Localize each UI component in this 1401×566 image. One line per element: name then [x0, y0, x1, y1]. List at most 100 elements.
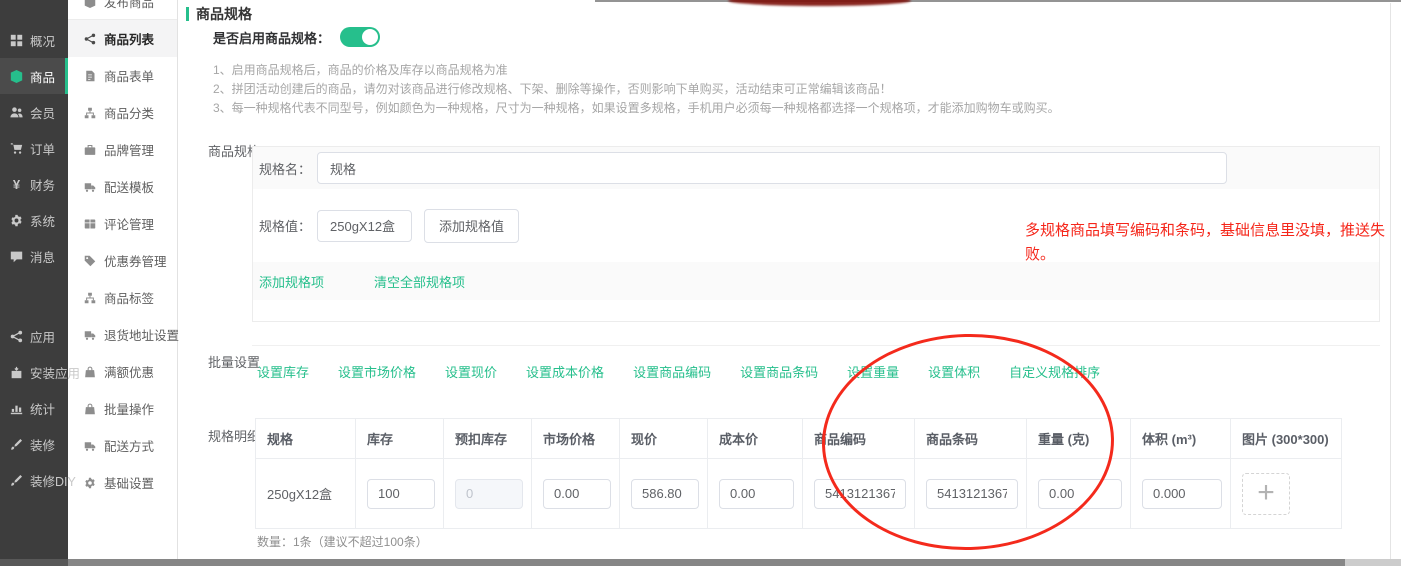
batch-section-divider	[252, 345, 1380, 346]
submenu-item-product-list[interactable]: 商品列表	[68, 20, 177, 57]
sidebar-item-finance[interactable]: ¥财务	[0, 166, 68, 202]
sidebar-item-messages[interactable]: 消息	[0, 238, 68, 274]
column-header-reserved-stock: 预扣库存	[444, 419, 532, 458]
batch-setting-link[interactable]: 设置库存	[257, 362, 309, 381]
truck-icon	[83, 439, 97, 453]
sidebar-item-system[interactable]: 系统	[0, 202, 68, 238]
submenu-item-brand-management[interactable]: 品牌管理	[68, 131, 177, 168]
stock-input[interactable]	[367, 479, 435, 509]
sidebar-group-gap	[0, 274, 68, 318]
item-label: 商品表单	[104, 66, 154, 85]
messages-icon	[9, 249, 24, 264]
submenu-item-shipping-template[interactable]: 配送模板	[68, 168, 177, 205]
volume-input[interactable]	[1142, 479, 1222, 509]
secondary-sidebar: 发布商品商品列表商品表单商品分类品牌管理配送模板评论管理优惠券管理商品标签退货地…	[68, 0, 178, 559]
batch-setting-link[interactable]: 设置重量	[847, 362, 899, 381]
members-icon	[9, 105, 24, 120]
column-header-spec: 规格	[256, 419, 356, 458]
finance-icon: ¥	[9, 177, 24, 192]
submenu-item-return-address[interactable]: 退货地址设置	[68, 316, 177, 353]
column-header-cost-price: 成本价	[708, 419, 803, 458]
cell-reserved-stock	[444, 459, 532, 528]
current-price-input[interactable]	[631, 479, 699, 509]
submenu-item-coupon-management[interactable]: 优惠券管理	[68, 242, 177, 279]
submenu-item-full-discount[interactable]: 满额优惠	[68, 353, 177, 390]
cell-volume	[1131, 459, 1231, 528]
add-spec-value-button[interactable]: 添加规格值	[424, 209, 519, 243]
submenu-item-product-category[interactable]: 商品分类	[68, 94, 177, 131]
header-accent-bar	[186, 7, 189, 21]
settings-icon	[83, 476, 97, 490]
enable-spec-label: 是否启用商品规格：	[213, 28, 330, 47]
spec-value-input[interactable]	[317, 210, 412, 242]
page-header: 商品规格	[186, 4, 252, 24]
sidebar-item-products[interactable]: 商品	[0, 58, 68, 94]
submenu-item-batch-operation[interactable]: 批量操作	[68, 390, 177, 427]
publish-icon	[83, 0, 97, 9]
add-spec-item-link[interactable]: 添加规格项	[259, 272, 324, 291]
batch-setting-link[interactable]: 设置商品条码	[740, 362, 818, 381]
batch-setting-link[interactable]: 设置成本价格	[526, 362, 604, 381]
item-label: 退货地址设置	[104, 325, 179, 344]
spec-name-input[interactable]	[317, 152, 1227, 184]
item-label: 概况	[30, 31, 55, 50]
sidebar-item-members[interactable]: 会员	[0, 94, 68, 130]
batch-setting-link[interactable]: 设置商品编码	[633, 362, 711, 381]
item-label: 安装应用	[30, 363, 80, 382]
column-header-weight: 重量 (克)	[1027, 419, 1131, 458]
submenu-item-product-tags[interactable]: 商品标签	[68, 279, 177, 316]
column-header-volume: 体积 (m³)	[1131, 419, 1231, 458]
enable-spec-toggle[interactable]	[340, 27, 380, 47]
batch-setting-link[interactable]: 设置体积	[928, 362, 980, 381]
detail-section-label: 规格明细	[208, 426, 260, 445]
batch-links: 设置库存 设置市场价格 设置现价 设置成本价格 设置商品编码 设置商品条码 设置重量 设置体积…	[257, 362, 1100, 381]
weight-input[interactable]	[1038, 479, 1122, 509]
spec-notes: 1、启用商品规格后，商品的价格及库存以商品规格为准2、拼团活动创建后的商品，请勿…	[213, 61, 1060, 118]
sidebar-item-apps[interactable]: 应用	[0, 318, 68, 354]
item-label: 基础设置	[104, 473, 154, 492]
submenu-item-basic-settings[interactable]: 基础设置	[68, 464, 177, 501]
sidebar-item-decorate[interactable]: 装修	[0, 426, 68, 462]
sidebar-item-install-apps[interactable]: 安装应用	[0, 354, 68, 390]
cost-price-input[interactable]	[719, 479, 794, 509]
overview-icon	[9, 33, 24, 48]
submenu-item-shipping-method[interactable]: 配送方式	[68, 427, 177, 464]
submenu-item-comment-management[interactable]: 评论管理	[68, 205, 177, 242]
batch-setting-link[interactable]: 自定义规格排序	[1009, 362, 1100, 381]
sidebar-item-decorate-diy[interactable]: 装修DIY	[0, 462, 68, 498]
batch-setting-link[interactable]: 设置市场价格	[338, 362, 416, 381]
product-code-input[interactable]	[814, 479, 906, 509]
cell-stock	[356, 459, 444, 528]
horizontal-scrollbar-thumb[interactable]	[0, 559, 1345, 566]
product-barcode-input[interactable]	[926, 479, 1018, 509]
sidebar-item-stats[interactable]: 统计	[0, 390, 68, 426]
decorate-diy-icon	[9, 473, 24, 488]
sidebar-item-orders[interactable]: 订单	[0, 130, 68, 166]
discount-icon	[83, 402, 97, 416]
item-label: 配送方式	[104, 436, 154, 455]
batch-setting-link[interactable]: 设置现价	[445, 362, 497, 381]
note-line: 1、启用商品规格后，商品的价格及库存以商品规格为准	[213, 61, 1060, 80]
item-label: 优惠券管理	[104, 251, 167, 270]
scrollbar-dark-segment	[0, 559, 68, 566]
column-header-image: 图片 (300*300)	[1231, 419, 1341, 458]
market-price-input[interactable]	[543, 479, 611, 509]
discount-icon	[83, 365, 97, 379]
column-header-product-barcode: 商品条码	[915, 419, 1027, 458]
product-icon	[9, 69, 24, 84]
item-label: 订单	[30, 139, 55, 158]
clear-spec-items-link[interactable]: 清空全部规格项	[374, 272, 465, 291]
sidebar-item-overview[interactable]: 概况	[0, 22, 68, 58]
coupon-icon	[83, 254, 97, 268]
spec-name-row: 规格名：	[253, 147, 1379, 189]
submenu-item-product-form[interactable]: 商品表单	[68, 57, 177, 94]
submenu-item-publish-product[interactable]: 发布商品	[68, 0, 177, 20]
item-label: 配送模板	[104, 177, 154, 196]
upload-image-button[interactable]: +	[1242, 473, 1290, 515]
reserved-stock-input	[455, 479, 523, 509]
cell-product-code	[803, 459, 915, 528]
horizontal-scrollbar[interactable]	[0, 559, 1401, 566]
item-label: 应用	[30, 327, 55, 346]
item-label: 系统	[30, 211, 55, 230]
spec-detail-table: 规格库存预扣库存市场价格现价成本价商品编码商品条码重量 (克)体积 (m³)图片…	[255, 418, 1342, 529]
